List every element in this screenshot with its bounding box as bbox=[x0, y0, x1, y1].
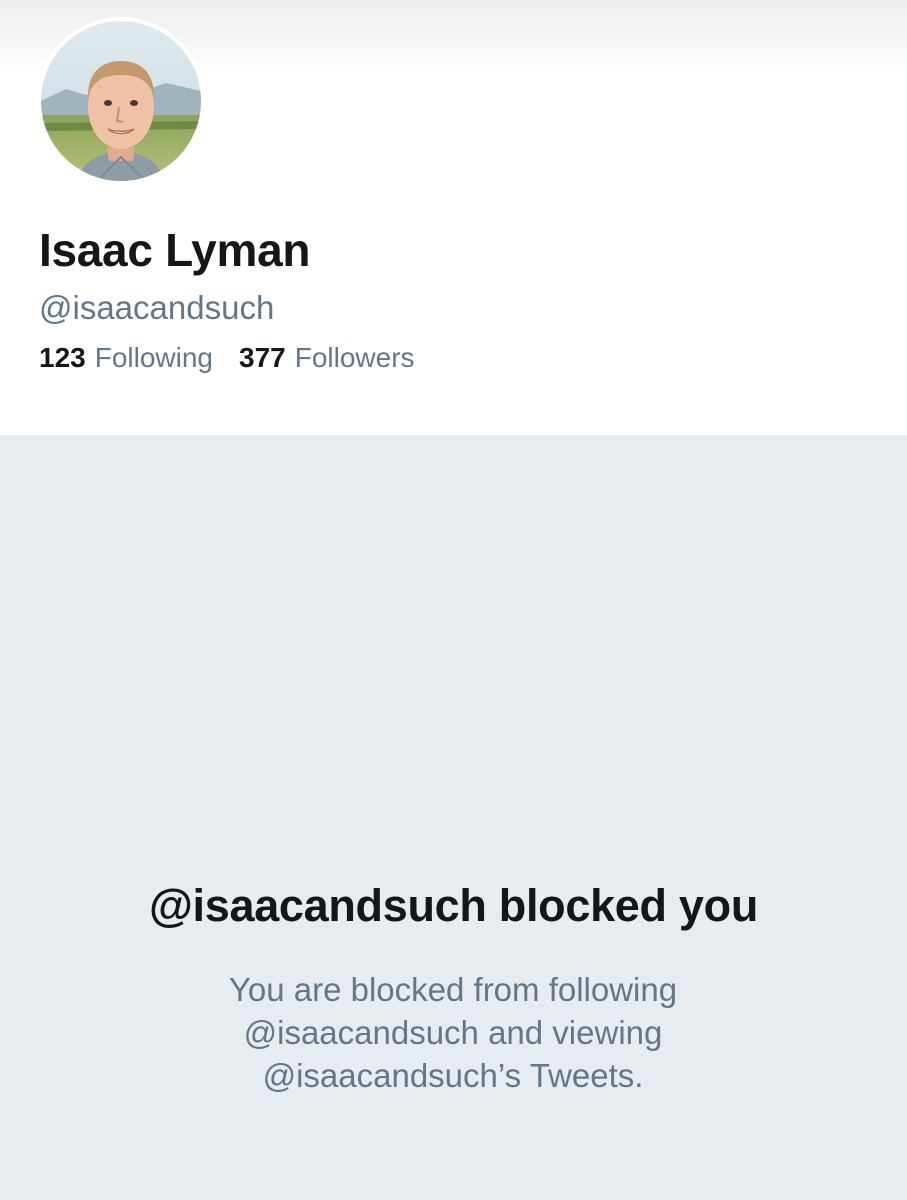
followers-count: 377 bbox=[239, 342, 286, 373]
display-name: Isaac Lyman bbox=[39, 224, 311, 276]
blocked-notice: @isaacandsuch blocked you You are blocke… bbox=[0, 435, 907, 1200]
profile-stats: 123 Following 377 Followers bbox=[39, 339, 415, 377]
profile-header: Isaac Lyman @isaacandsuch 123 Following … bbox=[0, 0, 907, 435]
blocked-message-line: You are blocked from following bbox=[228, 971, 678, 1008]
followers-label: Followers bbox=[294, 342, 415, 373]
profile-photo-icon bbox=[41, 21, 201, 181]
following-count: 123 bbox=[39, 342, 86, 373]
blocked-message-line: @isaacandsuch and viewing bbox=[243, 1014, 663, 1051]
following-link[interactable]: 123 Following bbox=[39, 339, 213, 377]
avatar[interactable] bbox=[37, 17, 205, 185]
blocked-message-line: @isaacandsuch’s Tweets. bbox=[262, 1057, 644, 1094]
following-label: Following bbox=[94, 342, 213, 373]
followers-link[interactable]: 377 Followers bbox=[239, 339, 415, 377]
blocked-title: @isaacandsuch blocked you bbox=[148, 880, 759, 931]
blocked-message: You are blocked from following @isaacand… bbox=[153, 968, 753, 1097]
profile-handle: @isaacandsuch bbox=[39, 289, 275, 326]
